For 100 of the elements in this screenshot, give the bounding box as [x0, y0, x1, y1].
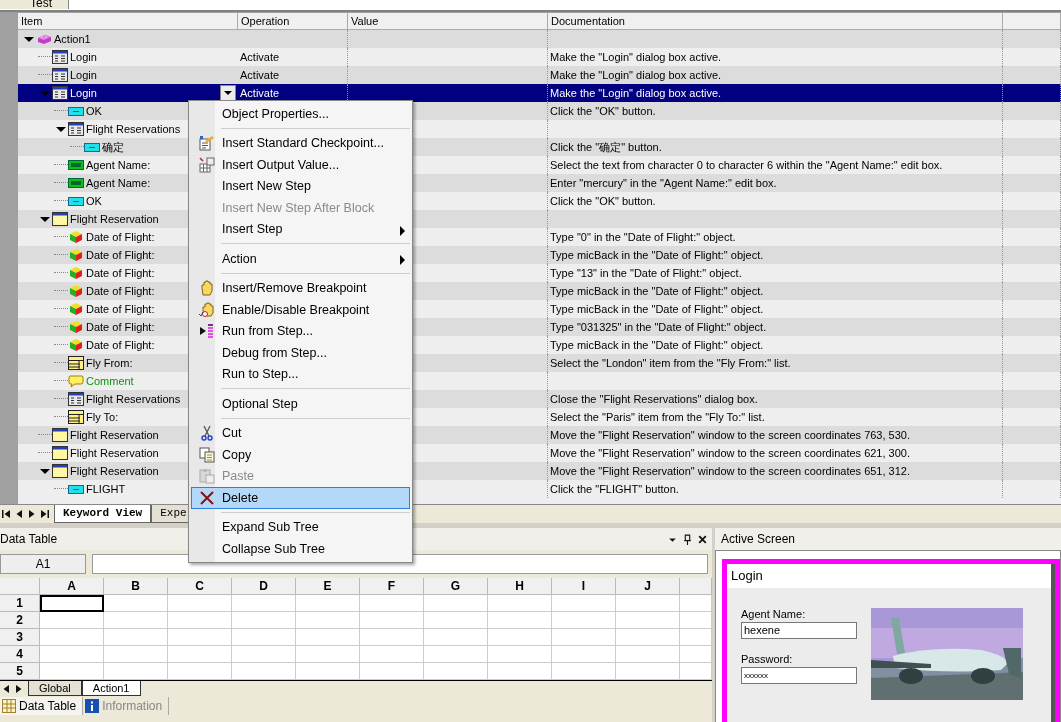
- sheet-cell[interactable]: [552, 629, 616, 646]
- sheet-cell[interactable]: [360, 646, 424, 663]
- sheet-cell[interactable]: [40, 612, 104, 629]
- column-header[interactable]: F: [360, 578, 424, 595]
- sheet-cell[interactable]: [552, 612, 616, 629]
- sheet-tab[interactable]: Action1: [81, 681, 141, 696]
- sheet-cell[interactable]: [424, 612, 488, 629]
- column-header[interactable]: Operation: [238, 13, 348, 30]
- sheet-cell[interactable]: [424, 646, 488, 663]
- menu-item[interactable]: Enable/Disable Breakpoint: [191, 299, 410, 321]
- table-cell-text: Click the "OK" button.: [550, 104, 656, 119]
- sheet-cell[interactable]: [488, 629, 552, 646]
- sheet-cell[interactable]: [488, 595, 552, 612]
- sheet-cell[interactable]: [232, 646, 296, 663]
- previous-icon[interactable]: [2, 683, 10, 694]
- menu-item[interactable]: Collapse Sub Tree: [191, 538, 410, 560]
- sheet-cell[interactable]: [360, 629, 424, 646]
- sheet-cell[interactable]: [552, 595, 616, 612]
- column-header[interactable]: Value: [348, 13, 548, 30]
- sheet-cell[interactable]: [104, 629, 168, 646]
- column-header[interactable]: I: [552, 578, 616, 595]
- column-header[interactable]: C: [168, 578, 232, 595]
- sheet-cell[interactable]: [296, 595, 360, 612]
- sheet-cell[interactable]: [424, 629, 488, 646]
- sheet-cell[interactable]: [296, 646, 360, 663]
- sheet-cell[interactable]: [616, 646, 680, 663]
- step-item: Flight Reservation: [70, 446, 159, 461]
- sheet-cell[interactable]: [488, 646, 552, 663]
- sheet-cell[interactable]: [616, 595, 680, 612]
- row-header[interactable]: 5: [0, 663, 40, 680]
- dropdown-button[interactable]: [220, 85, 236, 101]
- sheet-cell[interactable]: [104, 646, 168, 663]
- table-cell-text: Type micBack in the "Date of Flight:" object.: [550, 248, 764, 263]
- list-icon: [68, 356, 84, 370]
- sheet-tab[interactable]: Global: [28, 681, 82, 696]
- table-cell-text: Make the "Login" dialog box active.: [550, 86, 722, 101]
- last-icon[interactable]: [41, 509, 49, 519]
- sheet-cell[interactable]: [168, 595, 232, 612]
- next-icon[interactable]: [15, 683, 23, 694]
- dialog-icon: [68, 122, 84, 136]
- sheet-cell[interactable]: [104, 595, 168, 612]
- close-icon[interactable]: [697, 533, 708, 545]
- window-icon: [52, 464, 68, 478]
- sheet-cell[interactable]: [168, 629, 232, 646]
- sheet-cell[interactable]: [616, 612, 680, 629]
- column-header[interactable]: E: [296, 578, 360, 595]
- step-row[interactable]: Action1: [18, 30, 1061, 48]
- input-field[interactable]: xxxxxx: [741, 667, 857, 684]
- input-field[interactable]: hexene: [741, 622, 857, 639]
- window-icon: [52, 212, 68, 226]
- sheet-cell[interactable]: [104, 612, 168, 629]
- row-header[interactable]: 2: [0, 612, 40, 629]
- step-row[interactable]: Login Activate Make the "Login" dialog box active.: [18, 66, 1061, 84]
- step-item: Agent Name:: [86, 158, 151, 173]
- list-icon: [68, 410, 84, 424]
- sheet-cell[interactable]: [488, 612, 552, 629]
- sheet-cell[interactable]: [232, 612, 296, 629]
- column-header[interactable]: H: [488, 578, 552, 595]
- sheet-cell[interactable]: [552, 646, 616, 663]
- column-header[interactable]: Documentation: [548, 13, 1003, 30]
- cube-icon: [68, 320, 84, 334]
- sheet-cell[interactable]: [360, 612, 424, 629]
- table-cell-text: Type "031325" in the "Date of Flight:" object.: [550, 320, 767, 335]
- sheet-cell[interactable]: [40, 646, 104, 663]
- sheet-cell[interactable]: [424, 595, 488, 612]
- column-header[interactable]: J: [616, 578, 680, 595]
- previous-icon[interactable]: [15, 509, 23, 519]
- sheet-cell[interactable]: [168, 646, 232, 663]
- sheet-cell[interactable]: [296, 612, 360, 629]
- sheet-cell[interactable]: [40, 629, 104, 646]
- sheet-cell[interactable]: [168, 612, 232, 629]
- step-row[interactable]: Login Activate Make the "Login" dialog box active.: [18, 84, 1061, 102]
- column-header[interactable]: A: [40, 578, 104, 595]
- pin-icon[interactable]: [682, 533, 693, 545]
- column-header[interactable]: B: [104, 578, 168, 595]
- sheet-cell[interactable]: [232, 595, 296, 612]
- corner-cell[interactable]: [0, 578, 40, 595]
- column-header[interactable]: [1003, 13, 1061, 30]
- step-item: Date of Flight:: [86, 284, 155, 299]
- window-icon: [52, 428, 68, 442]
- row-header[interactable]: 1: [0, 595, 40, 612]
- step-item: Date of Flight:: [86, 302, 155, 317]
- row-header[interactable]: 4: [0, 646, 40, 663]
- pane-tab[interactable]: Data Table: [0, 697, 84, 715]
- sheet-cell[interactable]: [232, 629, 296, 646]
- sheet-cell[interactable]: [360, 595, 424, 612]
- row-header[interactable]: 3: [0, 629, 40, 646]
- sheet-cell[interactable]: [616, 629, 680, 646]
- next-icon[interactable]: [28, 509, 36, 519]
- first-icon[interactable]: [2, 509, 10, 519]
- cell-reference[interactable]: A1: [0, 554, 86, 574]
- menu-item[interactable]: Insert Output Value...: [191, 154, 410, 176]
- active-cell[interactable]: [40, 595, 104, 612]
- menu-item[interactable]: Delete: [191, 487, 410, 509]
- sheet-cell[interactable]: [296, 629, 360, 646]
- column-header[interactable]: Item: [18, 13, 238, 30]
- view-tab[interactable]: Keyword View: [54, 505, 152, 523]
- step-item: Date of Flight:: [86, 266, 155, 281]
- column-header[interactable]: D: [232, 578, 296, 595]
- column-header[interactable]: G: [424, 578, 488, 595]
